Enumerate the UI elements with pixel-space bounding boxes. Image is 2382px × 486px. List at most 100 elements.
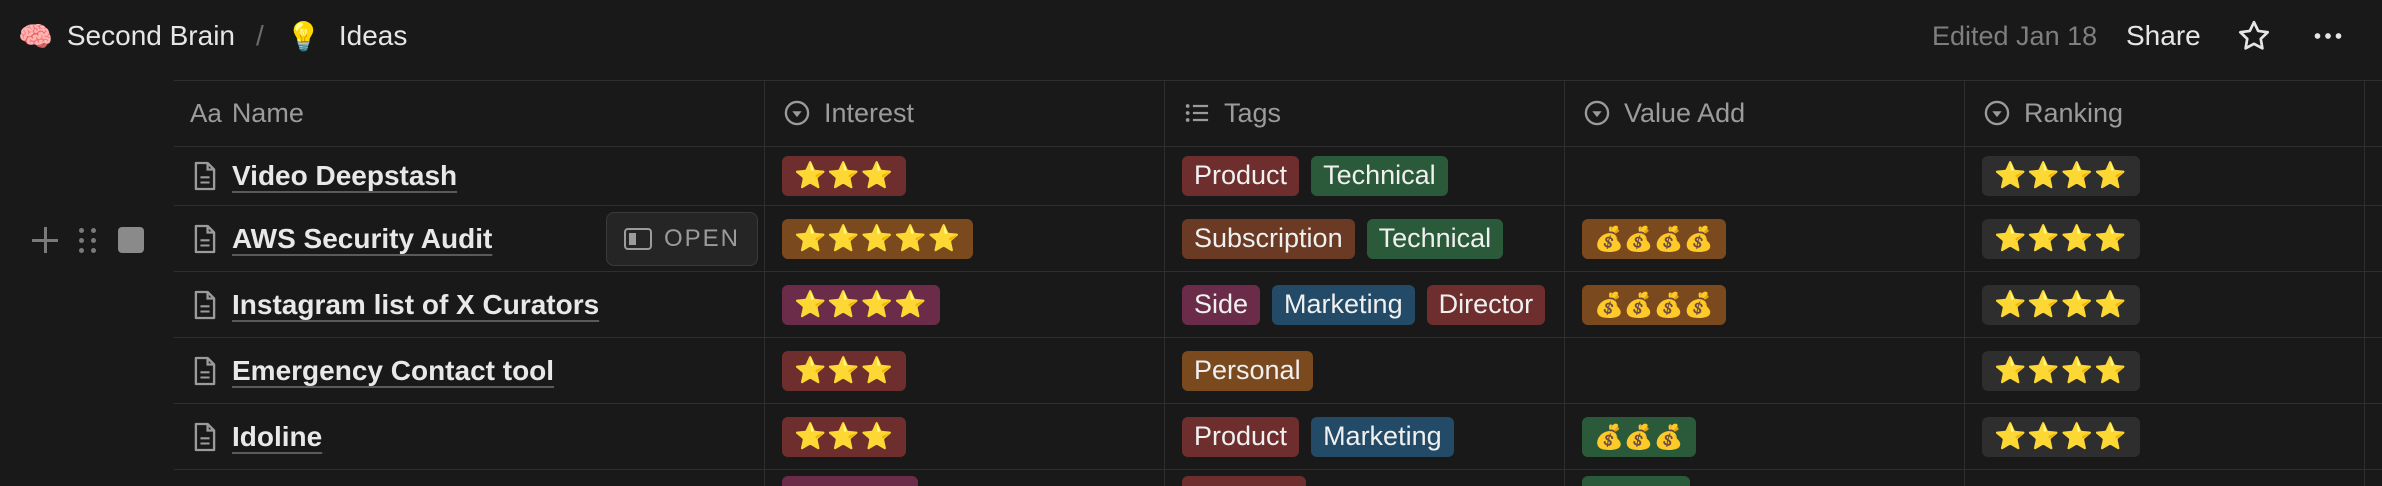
ranking-rating: ⭐⭐⭐⭐	[1982, 416, 2140, 457]
select-icon	[1582, 98, 1612, 128]
cell-ranking[interactable]: ⭐⭐⭐⭐	[1982, 404, 2362, 469]
cell-value-add[interactable]: 💰💰💰💰	[1582, 206, 1962, 271]
tag-pill: Subscription	[1182, 218, 1355, 259]
table-row[interactable]: AWS Security Audit ⭐⭐⭐⭐⭐ Subscription Techn…	[174, 206, 2382, 271]
cell-tags[interactable]: Product Technical	[1182, 146, 1564, 205]
cell-tags[interactable]: Product Marketing	[1182, 404, 1564, 469]
column-header-tags-label: Tags	[1224, 97, 1282, 128]
cell-interest[interactable]: ⭐⭐⭐	[782, 338, 1162, 403]
breadcrumb-page[interactable]: 💡 Ideas	[286, 14, 407, 58]
row-hover-tools	[30, 218, 144, 262]
tag-pill: Product	[1182, 155, 1300, 196]
value-add-rating: 💰💰💰	[1582, 416, 1696, 457]
cell-name[interactable]: Video Deepstash	[190, 146, 760, 205]
column-header-value-add[interactable]: Value Add	[1582, 80, 1745, 146]
tag-pill: Product	[1182, 416, 1300, 457]
open-page-button[interactable]: OPEN	[606, 212, 758, 266]
interest-rating: ⭐⭐⭐⭐	[782, 284, 940, 325]
cell-ranking[interactable]: ⭐⭐⭐⭐	[1982, 272, 2362, 337]
column-header-ranking-label: Ranking	[2024, 97, 2124, 128]
column-header-interest[interactable]: Interest	[782, 80, 914, 146]
page-icon	[190, 354, 220, 388]
table-row[interactable]: Video Deepstash ⭐⭐⭐ Product Technical ⭐⭐⭐⭐	[174, 146, 2382, 205]
page-icon	[190, 288, 220, 322]
breadcrumb-separator: /	[256, 20, 264, 51]
column-header-interest-label: Interest	[824, 97, 915, 128]
brain-icon: 🧠	[18, 19, 53, 53]
table-row[interactable]: Emergency Contact tool ⭐⭐⭐ Personal ⭐⭐⭐⭐	[174, 338, 2382, 403]
tag-pill: Marketing	[1272, 284, 1415, 325]
ranking-rating: ⭐⭐⭐⭐	[1982, 218, 2140, 259]
cell-name[interactable]: Idoline	[190, 404, 760, 469]
value-add-rating: 💰💰💰💰	[1582, 218, 1726, 259]
multi-select-icon	[1182, 98, 1212, 128]
cell-interest[interactable]: ⭐⭐⭐	[782, 146, 1162, 205]
cell-name[interactable]: Emergency Contact tool	[190, 338, 760, 403]
cell-value-add[interactable]: 💰💰💰	[1582, 404, 1962, 469]
row-checkbox[interactable]	[118, 227, 144, 253]
breadcrumb-workspace-label: Second Brain	[66, 20, 235, 51]
tag-pill: Technical	[1311, 155, 1448, 196]
cell-ranking[interactable]: ⭐⭐⭐⭐	[1982, 206, 2362, 271]
breadcrumb-page-label: Ideas	[338, 20, 408, 51]
interest-rating: ⭐⭐⭐	[782, 155, 907, 196]
cell-interest[interactable]: ⭐⭐⭐⭐	[782, 272, 1162, 337]
interest-rating: ⭐⭐⭐	[782, 416, 907, 457]
cell-value-add[interactable]	[1582, 146, 1962, 205]
value-add-rating: 💰💰💰💰	[1582, 284, 1726, 325]
page-icon	[190, 159, 220, 193]
select-icon	[782, 98, 812, 128]
cell-interest[interactable]: ⭐⭐⭐⭐⭐	[782, 206, 1162, 271]
cell-tags[interactable]: Personal	[1182, 338, 1564, 403]
cell-name[interactable]: Instagram list of X Curators	[190, 272, 760, 337]
text-property-icon: Aa	[190, 97, 222, 128]
tag-pill: Technical	[1366, 218, 1504, 259]
row-title[interactable]: Idoline	[232, 421, 322, 453]
column-header-value-add-label: Value Add	[1624, 97, 1746, 128]
share-button[interactable]: Share	[2126, 14, 2201, 58]
row-title[interactable]: Video Deepstash	[232, 160, 457, 192]
ranking-rating: ⭐⭐⭐⭐	[1982, 350, 2140, 391]
column-header-tags[interactable]: Tags	[1182, 80, 1281, 146]
table-row[interactable]: Idoline ⭐⭐⭐ Product Marketing 💰💰💰 ⭐⭐⭐⭐	[174, 404, 2382, 469]
column-header-name[interactable]: Aa Name	[190, 80, 304, 146]
tag-pill: Director	[1426, 284, 1546, 325]
row-title[interactable]: AWS Security Audit	[232, 223, 492, 255]
cutoff-pill	[1182, 476, 1306, 486]
cutoff-pill	[1582, 476, 1690, 486]
cell-value-add[interactable]	[1582, 338, 1962, 403]
row-title[interactable]: Emergency Contact tool	[232, 355, 554, 387]
tag-pill: Personal	[1182, 350, 1313, 391]
interest-rating: ⭐⭐⭐⭐⭐	[782, 218, 973, 259]
select-icon	[1982, 98, 2012, 128]
cell-value-add[interactable]: 💰💰💰💰	[1582, 272, 1962, 337]
edited-timestamp: Edited Jan 18	[1932, 21, 2098, 51]
breadcrumb-workspace[interactable]: 🧠 Second Brain	[18, 14, 235, 58]
row-title[interactable]: Instagram list of X Curators	[232, 289, 599, 321]
top-bar: 🧠 Second Brain / 💡 Ideas Edited Jan 18 S…	[0, 0, 2382, 72]
column-header-name-label: Name	[231, 97, 304, 128]
star-outline-icon[interactable]	[2232, 14, 2276, 58]
side-peek-icon	[623, 228, 652, 250]
tag-pill: Marketing	[1311, 416, 1454, 457]
cell-tags[interactable]: Subscription Technical	[1182, 206, 1564, 271]
open-page-button-label: OPEN	[663, 225, 740, 252]
cell-tags[interactable]: Side Marketing Director	[1182, 272, 1564, 337]
page-icon	[190, 420, 220, 454]
row-divider	[174, 469, 2382, 470]
cell-ranking[interactable]: ⭐⭐⭐⭐	[1982, 146, 2362, 205]
lightbulb-icon: 💡	[286, 19, 321, 53]
cell-ranking[interactable]: ⭐⭐⭐⭐	[1982, 338, 2362, 403]
cell-interest[interactable]: ⭐⭐⭐	[782, 404, 1162, 469]
tag-pill: Side	[1182, 284, 1261, 325]
interest-rating: ⭐⭐⭐	[782, 350, 907, 391]
drag-handle-icon[interactable]	[76, 225, 100, 255]
ranking-rating: ⭐⭐⭐⭐	[1982, 155, 2140, 196]
ranking-rating: ⭐⭐⭐⭐	[1982, 284, 2140, 325]
page-icon	[190, 222, 220, 256]
table-row[interactable]: Instagram list of X Curators ⭐⭐⭐⭐ Side Mark…	[174, 272, 2382, 337]
add-row-icon[interactable]	[30, 225, 60, 255]
cutoff-pill	[782, 476, 918, 486]
column-header-ranking[interactable]: Ranking	[1982, 80, 2123, 146]
more-horizontal-icon[interactable]	[2306, 14, 2350, 58]
